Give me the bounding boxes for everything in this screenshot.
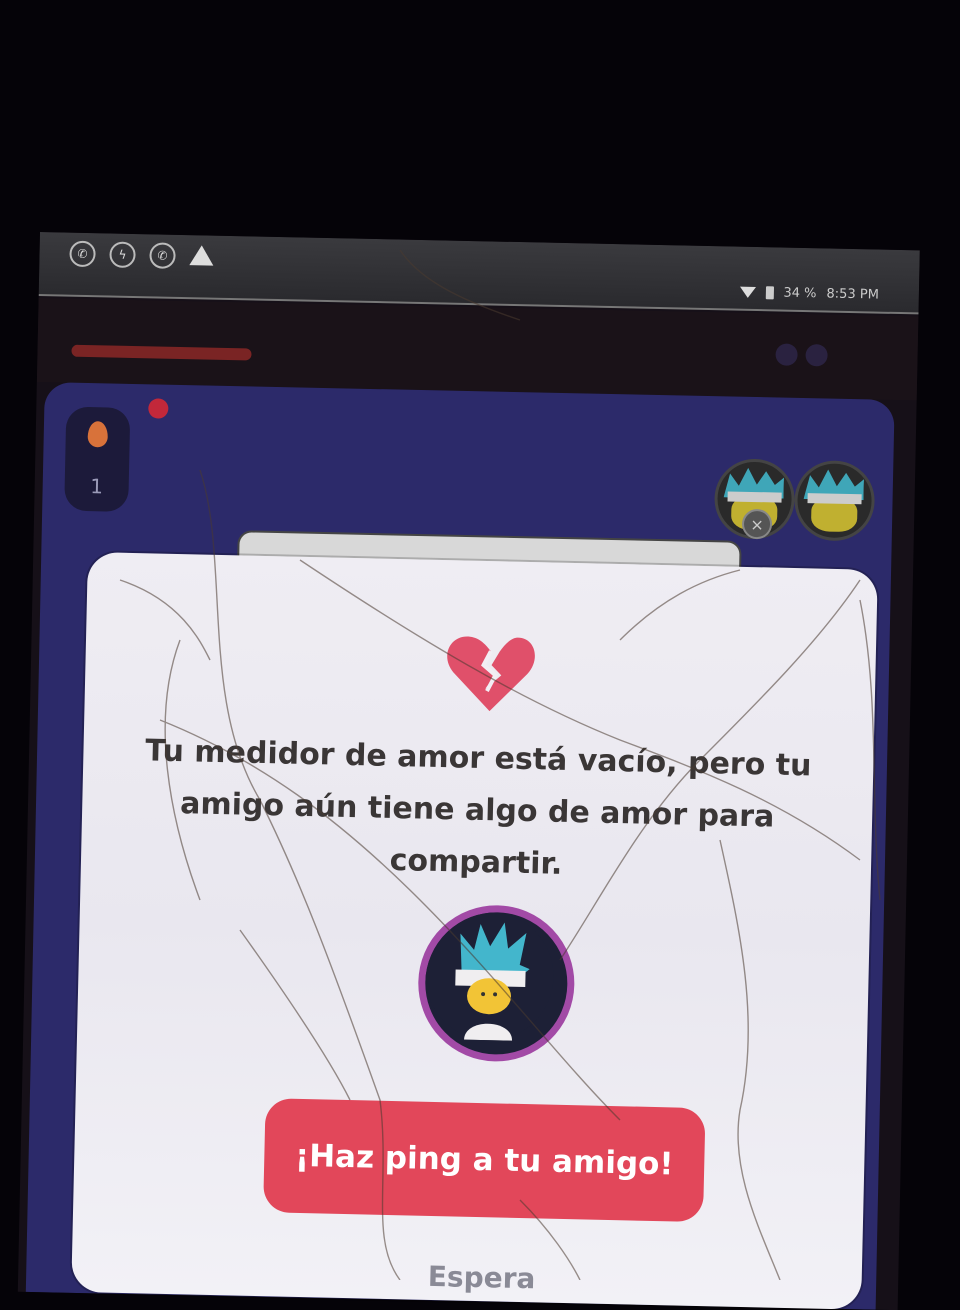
love-meter-bar [71, 344, 252, 361]
flame-icon [87, 420, 109, 447]
clock: 8:53 PM [826, 286, 880, 303]
battery-level: 34 % [783, 285, 817, 302]
battery-icon [765, 286, 774, 300]
friend-avatar [416, 903, 577, 1064]
settings-icon[interactable] [805, 344, 828, 367]
avatar-headband [727, 491, 782, 503]
warning-icon [189, 245, 214, 266]
whatsapp-icon: ✆ [149, 242, 176, 269]
friend-avatar-small[interactable] [793, 459, 876, 542]
love-meter-empty-dialog: Tu medidor de amor está vacío, pero tu a… [71, 552, 878, 1310]
top-right-icons [775, 343, 828, 367]
messenger-icon: ϟ [109, 241, 136, 269]
avatar-headband [807, 493, 862, 505]
status-right: 34 % 8:53 PM [739, 285, 879, 303]
notification-icons: ✆ ϟ ✆ [69, 240, 214, 270]
wifi-icon [739, 286, 756, 298]
streak-count: 1 [90, 473, 104, 498]
notification-badge [148, 398, 169, 419]
ping-friend-button[interactable]: ¡Haz ping a tu amigo! [263, 1098, 706, 1223]
broken-heart-icon [444, 632, 536, 714]
whatsapp-icon: ✆ [69, 240, 96, 268]
wait-button[interactable]: Espera [421, 1260, 542, 1296]
streak-counter[interactable]: 1 [64, 406, 131, 512]
dialog-message: Tu medidor de amor está vacío, pero tu a… [144, 733, 812, 882]
menu-icon[interactable] [775, 343, 798, 366]
